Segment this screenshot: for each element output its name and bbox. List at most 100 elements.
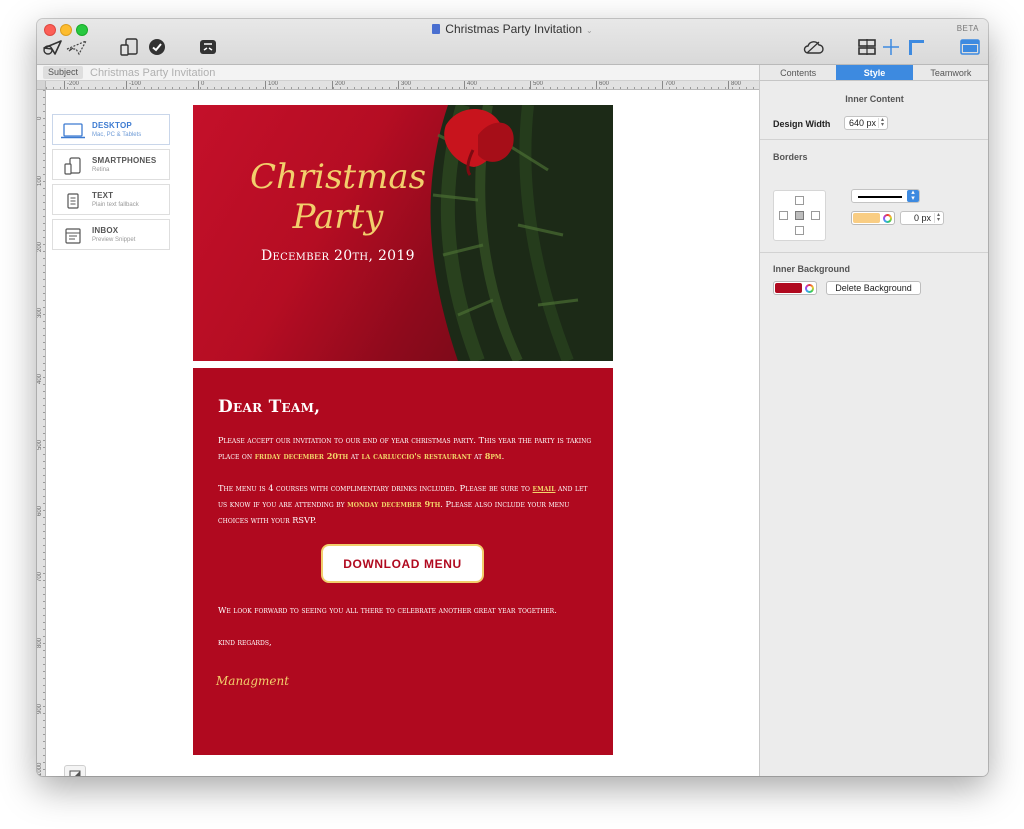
export-code-icon[interactable] [197,36,219,58]
signature-text: Managment [216,674,290,688]
device-desktop[interactable]: DESKTOP Mac, PC & Tablets [52,114,170,145]
ruler-label: 0 [198,81,204,89]
menu-paragraph: The menu is 4 courses with complimentary… [218,483,588,525]
subject-label: Subject [43,66,84,79]
cloud-icon[interactable] [801,36,825,58]
ruler-label: 100 [37,175,43,186]
device-title: SMARTPHONES [92,156,157,165]
subject-input[interactable]: Christmas Party Invitation [90,66,215,80]
color-wheel-icon[interactable] [805,284,814,293]
email-body-block[interactable]: Dear Team, Please accept our invitation … [193,368,613,755]
ruler-label: -100 [126,81,141,89]
hero-date: December 20th, 2019 [261,248,415,264]
border-width-stepper[interactable]: 0 px ▴ ▾ [900,211,944,225]
ruler-label: 700 [662,81,675,89]
border-left-cell[interactable] [779,211,788,220]
download-menu-button[interactable]: DOWNLOAD MENU [321,544,484,583]
ruler-label: 0 [37,116,43,120]
inner-background-heading: Inner Background [773,264,851,274]
device-title: INBOX [92,226,119,235]
design-canvas[interactable]: DESKTOP Mac, PC & Tablets SMARTPHONES Re… [46,90,759,776]
device-text[interactable]: TEXT Plain text fallback [52,184,170,215]
design-width-stepper[interactable]: 640 px ▴ ▾ [844,116,888,130]
email-link[interactable]: email [533,483,556,493]
hero-title: Christmas Party [249,157,427,237]
select-arrows-icon[interactable]: ▴ ▾ [907,189,919,202]
subject-bar: Subject Christmas Party Invitation [37,65,759,81]
divider [760,139,988,140]
border-side-picker[interactable] [773,190,826,241]
checkmark-circle-icon[interactable] [147,36,167,58]
ruler-label: 1000 [37,762,43,776]
delete-background-button[interactable]: Delete Background [826,281,921,295]
vertical-ruler: 0 100 200 300 400 500 600 700 800 900 10… [37,90,46,776]
stepper-arrows-icon[interactable]: ▴ ▾ [878,117,886,128]
layout-blocks-icon[interactable] [856,36,878,58]
inbox-preview-icon [61,227,85,244]
border-top-cell[interactable] [795,196,804,205]
stepper-arrows-icon[interactable]: ▴ ▾ [934,212,942,223]
rulers-icon[interactable] [905,36,927,58]
border-style-select[interactable]: ▴ ▾ [851,189,920,203]
ruler-label: 800 [728,81,741,89]
toolbar: Christmas Party Invitation ⌄ BETA [37,19,988,65]
inspector-toggle-icon[interactable] [959,36,981,58]
inspector-panel: Contents Style Teamwork Inner Content De… [759,65,988,776]
ruler-label: 500 [530,81,543,89]
event-date-highlight: friday december 20th [254,451,349,461]
ruler-label: 600 [596,81,609,89]
document-title[interactable]: Christmas Party Invitation ⌄ [37,22,988,36]
ruler-label: 400 [464,81,477,89]
device-subtitle: Retina [92,167,110,173]
ruler-label: 900 [37,703,43,714]
chevron-down-icon: ⌄ [586,26,593,35]
device-smartphones[interactable]: SMARTPHONES Retina [52,149,170,180]
device-preview-list: DESKTOP Mac, PC & Tablets SMARTPHONES Re… [52,114,170,254]
borders-heading: Borders [773,152,808,162]
device-subtitle: Preview Snippet [92,237,136,243]
ruler-label: -200 [64,81,79,89]
email-greeting: Dear Team, [218,397,321,417]
inner-background-color-well[interactable] [773,281,817,295]
border-bottom-cell[interactable] [795,226,804,235]
ruler-label: 800 [37,637,43,648]
christmas-wreath-image [430,105,613,361]
email-hero-image[interactable]: Christmas Party December 20th, 2019 [193,105,613,361]
layout-toggle-button[interactable] [64,765,86,776]
app-window: Christmas Party Invitation ⌄ BETA Subjec… [37,19,988,776]
device-preview-icon[interactable] [119,36,141,58]
inner-background-color-fill [775,283,802,293]
inspector-tabs: Contents Style Teamwork [760,65,988,81]
device-subtitle: Plain text fallback [92,202,139,208]
invitation-paragraph: Please accept our invitation to our end … [218,435,592,461]
venue-highlight: la carluccio's restaurant [361,451,472,461]
regards-text: kind regards, [218,637,272,647]
beta-badge: BETA [956,24,979,33]
crosshair-icon[interactable] [881,36,901,58]
ruler-label: 200 [332,81,345,89]
device-subtitle: Mac, PC & Tablets [92,132,142,138]
closing-paragraph: We look forward to seeing you all there … [218,605,557,615]
divider [760,252,988,253]
ruler-label: 400 [37,373,43,384]
rsvp-date-highlight: monday december 9th [347,499,441,509]
border-right-cell[interactable] [811,211,820,220]
border-color-well[interactable] [851,211,895,225]
send-email-icon[interactable] [42,36,64,58]
device-inbox[interactable]: INBOX Preview Snippet [52,219,170,250]
tab-contents[interactable]: Contents [760,65,837,80]
event-time-highlight: 8pm [484,451,502,461]
tab-style[interactable]: Style [836,65,913,80]
tab-teamwork[interactable]: Teamwork [912,65,988,80]
smartphone-icon [61,156,85,175]
ruler-label: 300 [398,81,411,89]
ruler-corner [37,81,46,90]
send-test-icon[interactable] [65,36,89,58]
border-all-cell[interactable] [795,211,804,220]
border-color-fill [853,213,880,223]
laptop-icon [61,122,85,139]
color-wheel-icon[interactable] [883,214,892,223]
ruler-label: 200 [37,241,43,252]
design-width-label: Design Width [773,119,831,129]
layout-toggle-icon [69,770,81,776]
